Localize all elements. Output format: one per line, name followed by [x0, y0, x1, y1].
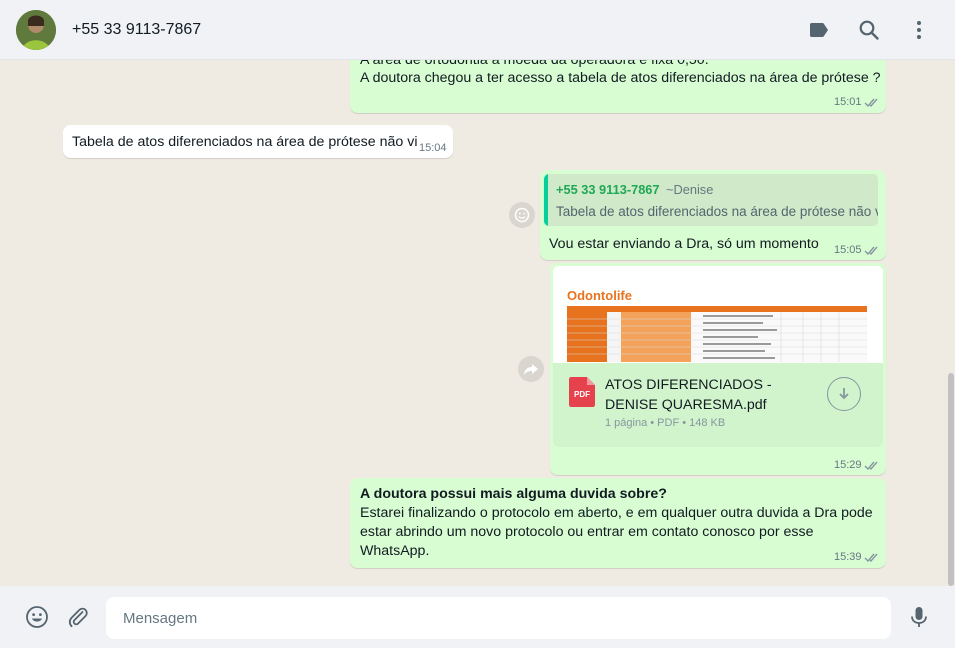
emoji-icon[interactable]: [25, 605, 49, 629]
message-bubble-document[interactable]: Odontolife PDF ATOS DIFERENCIADOS - DENI…: [550, 263, 886, 475]
chat-header: +55 33 9113-7867: [0, 0, 955, 60]
read-ticks-icon: [864, 245, 880, 256]
read-ticks-icon: [864, 97, 880, 108]
message-bold-text: A doutora possui mais alguma duvida sobr…: [360, 486, 667, 502]
message-bubble-in[interactable]: Tabela de atos diferenciados na área de …: [63, 125, 453, 158]
document-info[interactable]: PDF ATOS DIFERENCIADOS - DENISE QUARESMA…: [553, 363, 883, 447]
message-time: 15:01: [834, 96, 862, 108]
message-text: Tabela de atos diferenciados na área de …: [72, 134, 418, 150]
message-text: estar abrindo um novo protocolo ou entra…: [360, 524, 814, 540]
message-bubble-out[interactable]: A área de ortodontia a moeda da operador…: [350, 60, 886, 113]
quote-accent-bar: [544, 174, 548, 226]
message-text: Vou estar enviando a Dra, só um momento: [549, 236, 819, 252]
read-ticks-icon: [864, 552, 880, 563]
document-preview[interactable]: Odontolife: [553, 266, 883, 363]
quote-pushname: ~Denise: [666, 182, 714, 197]
document-preview-logo: Odontolife: [567, 288, 632, 303]
pdf-icon: PDF: [569, 377, 595, 407]
message-bubble-out[interactable]: A doutora possui mais alguma duvida sobr…: [350, 478, 886, 568]
message-text: WhatsApp.: [360, 543, 430, 559]
download-button[interactable]: [827, 377, 861, 411]
composer-bar: [0, 586, 955, 648]
message-text: A doutora chegou a ter acesso a tabela d…: [360, 70, 881, 86]
download-icon: [839, 388, 849, 400]
mic-icon[interactable]: [907, 605, 931, 629]
quoted-message[interactable]: +55 33 9113-7867 ~Denise Tabela de atos …: [544, 174, 878, 226]
message-input[interactable]: [106, 597, 891, 639]
quote-text: Tabela de atos diferenciados na área de …: [556, 204, 878, 219]
forward-icon: [524, 364, 538, 375]
quote-author: +55 33 9113-7867: [556, 182, 660, 197]
message-text: Estarei finalizando o protocolo em abert…: [360, 505, 873, 521]
contact-avatar[interactable]: [16, 10, 56, 50]
label-icon[interactable]: [807, 18, 831, 42]
message-text: A área de ortodontia a moeda da operador…: [360, 60, 709, 68]
chat-scrollbar[interactable]: [948, 373, 954, 586]
search-icon[interactable]: [857, 18, 881, 42]
menu-icon[interactable]: [907, 18, 931, 42]
attach-icon[interactable]: [66, 605, 90, 629]
reaction-button[interactable]: [509, 202, 535, 228]
message-time: 15:04: [419, 142, 447, 154]
message-time: 15:05: [834, 244, 862, 256]
forward-button[interactable]: [518, 356, 544, 382]
message-time: 15:29: [834, 459, 862, 471]
document-meta: 1 página • PDF • 148 KB: [605, 417, 726, 429]
message-bubble-out[interactable]: +55 33 9113-7867 ~Denise Tabela de atos …: [540, 170, 886, 260]
reaction-icon: [514, 207, 530, 223]
document-name: ATOS DIFERENCIADOS - DENISE QUARESMA.pdf: [605, 377, 772, 413]
contact-name[interactable]: +55 33 9113-7867: [72, 21, 201, 39]
pdf-badge-label: PDF: [574, 390, 590, 399]
message-list: A área de ortodontia a moeda da operador…: [0, 60, 955, 586]
message-time: 15:39: [834, 551, 862, 563]
read-ticks-icon: [864, 460, 880, 471]
